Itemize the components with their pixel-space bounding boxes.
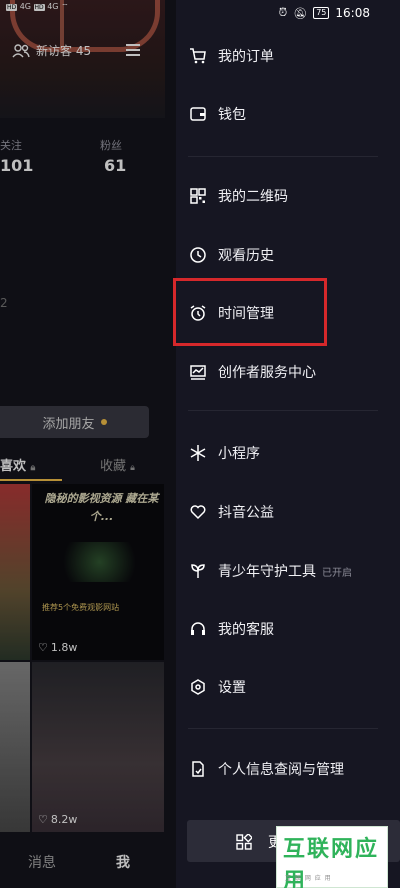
asterisk-icon xyxy=(188,443,208,463)
qrcode-icon xyxy=(188,186,208,206)
drawer-item-customer-service[interactable]: 我的客服 xyxy=(188,617,274,641)
grid-icon xyxy=(236,832,254,854)
headset-icon xyxy=(188,619,208,639)
drawer-item-qrcode[interactable]: 我的二维码 xyxy=(188,184,288,208)
alarm-status-icon: ⏰︎ xyxy=(278,6,288,19)
clock-icon xyxy=(188,245,208,265)
heart-icon xyxy=(188,502,208,522)
status-badge: 已开启 xyxy=(322,567,352,579)
doc-icon xyxy=(188,759,208,779)
drawer-item-teen-guard[interactable]: 青少年守护工具 已开启 xyxy=(188,559,352,583)
status-time: 16:08 xyxy=(335,6,370,20)
drawer-item-orders[interactable]: 我的订单 xyxy=(188,44,274,68)
drawer-item-mini-programs[interactable]: 小程序 xyxy=(188,441,260,465)
drawer-item-settings[interactable]: 设置 xyxy=(188,675,246,699)
battery-indicator: 75 xyxy=(313,7,330,19)
drawer-item-creator-center[interactable]: 创作者服务中心 xyxy=(188,360,316,384)
drawer-item-charity[interactable]: 抖音公益 xyxy=(188,500,274,524)
divider xyxy=(188,410,378,411)
cart-icon xyxy=(188,46,208,66)
status-bar-right: ⏰︎ 🔕︎ 75 16:08 xyxy=(279,6,370,20)
divider xyxy=(188,156,378,157)
hexagon-icon xyxy=(188,677,208,697)
divider xyxy=(188,728,378,729)
drawer-overlay[interactable] xyxy=(0,0,176,888)
sprout-icon xyxy=(188,561,208,581)
drawer-item-history[interactable]: 观看历史 xyxy=(188,243,274,267)
watermark-logo: 互联网应用 互 联 网 应 用 xyxy=(276,826,388,888)
drawer-item-personal-info[interactable]: 个人信息查阅与管理 xyxy=(188,757,344,781)
mute-icon: 🔕︎ xyxy=(293,6,308,20)
wallet-icon xyxy=(188,104,208,124)
chart-icon xyxy=(188,362,208,382)
drawer-item-wallet[interactable]: 钱包 xyxy=(188,102,246,126)
highlight-box xyxy=(173,278,327,346)
